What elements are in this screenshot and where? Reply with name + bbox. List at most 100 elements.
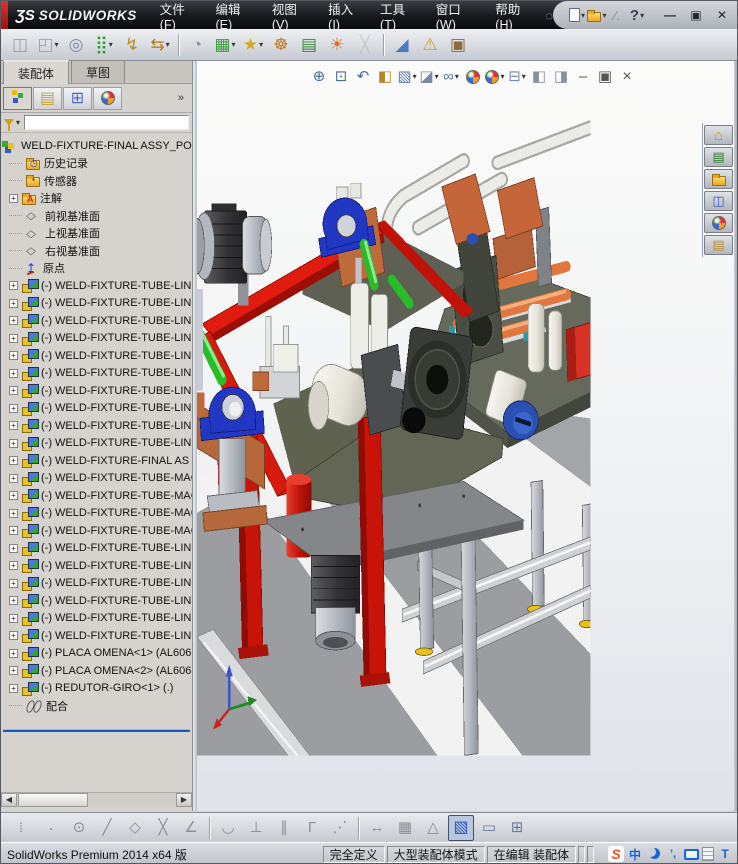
view-settings-icon-dropdown[interactable]: ▾ xyxy=(522,72,526,81)
viewport-grid-icon[interactable]: ⊞ xyxy=(504,815,530,841)
apply-scene-icon[interactable]: ▾ xyxy=(485,66,505,87)
graphics-viewport[interactable]: ⊕⊡↶◧▧▾◪▾∞▾▾⊟▾◧◨–▣× ⌂▤◫▤ xyxy=(197,61,734,811)
view-orientation-icon-dropdown[interactable]: ▾ xyxy=(413,72,417,81)
hide-show-items-icon[interactable]: ∞▾ xyxy=(441,66,461,87)
expander-icon[interactable]: + xyxy=(9,544,18,553)
home-tab[interactable]: ⌂ xyxy=(704,125,733,145)
sogou-input-icon[interactable]: S xyxy=(608,846,624,862)
view-orientation-icon[interactable]: ▧▾ xyxy=(397,66,417,87)
view-settings-icon[interactable]: ⊟▾ xyxy=(507,66,527,87)
restore-window-icon[interactable]: ▣ xyxy=(595,66,615,87)
expander-icon[interactable]: + xyxy=(9,596,18,605)
tree-item-27[interactable]: +(-) WELD-FIXTURE-TUBE-LIN xyxy=(1,627,192,645)
assembly-features-icon[interactable]: ▦▾ xyxy=(212,32,238,58)
doc-tab-0[interactable]: 装配体 xyxy=(3,60,69,84)
minimize-button[interactable]: — xyxy=(659,6,681,24)
point-snap-icon[interactable]: · xyxy=(38,815,64,841)
show-hidden-components-icon[interactable]: ◔ xyxy=(184,32,210,58)
reference-geometry-icon[interactable]: ★▾ xyxy=(240,32,266,58)
tree-item-11[interactable]: +(-) WELD-FIXTURE-TUBE-LIN xyxy=(1,347,192,365)
new-document-icon[interactable]: ▾ xyxy=(567,5,587,25)
expander-icon[interactable]: + xyxy=(9,649,18,658)
tree-item-16[interactable]: +(-) WELD-FIXTURE-TUBE-LIN xyxy=(1,435,192,453)
ime-fullwidth-icon[interactable] xyxy=(646,846,662,862)
edit-appearance-icon[interactable] xyxy=(463,66,483,87)
close-button[interactable]: ✕ xyxy=(711,6,733,24)
scroll-right-arrow[interactable]: ▶ xyxy=(176,793,192,807)
polygon-snap-icon[interactable]: ◇ xyxy=(122,815,148,841)
bill-of-materials-icon[interactable]: ▤ xyxy=(296,32,322,58)
angle-triangle-icon[interactable]: △ xyxy=(420,815,446,841)
new-document-icon-dropdown[interactable]: ▾ xyxy=(581,11,585,20)
tree-item-18[interactable]: +(-) WELD-FIXTURE-TUBE-MAC xyxy=(1,470,192,488)
ime-punctuation-icon[interactable]: ’, xyxy=(665,846,681,862)
search-lasso-icon[interactable]: ◌ xyxy=(545,8,553,23)
display-style-icon[interactable]: ◪▾ xyxy=(419,66,439,87)
featuremanager-tab-button[interactable] xyxy=(3,87,32,110)
expander-icon[interactable]: + xyxy=(9,526,18,535)
tangent-snap-icon[interactable]: ◡ xyxy=(215,815,241,841)
help-icon[interactable]: ?▾ xyxy=(627,5,647,25)
appearance-icon[interactable]: ▣ xyxy=(445,32,471,58)
expander-icon[interactable]: + xyxy=(9,684,18,693)
previous-view-icon[interactable]: ↶ xyxy=(353,66,373,87)
configurationmanager-tab-button[interactable]: ⊞ xyxy=(63,87,92,110)
tree-item-29[interactable]: +(-) PLACA OMENA<2> (AL606 xyxy=(1,662,192,680)
tree-item-8[interactable]: +(-) WELD-FIXTURE-TUBE-LIN xyxy=(1,295,192,313)
expander-icon[interactable]: + xyxy=(9,404,18,413)
expander-icon[interactable]: + xyxy=(9,281,18,290)
tree-item-9[interactable]: +(-) WELD-FIXTURE-TUBE-LIN xyxy=(1,312,192,330)
tree-item-10[interactable]: +(-) WELD-FIXTURE-TUBE-LIN xyxy=(1,330,192,348)
tree-item-13[interactable]: +(-) WELD-FIXTURE-TUBE-LIN xyxy=(1,382,192,400)
move-component-icon[interactable]: ⇆▾ xyxy=(147,32,173,58)
section-view-icon[interactable]: ◧ xyxy=(375,66,395,87)
reference-geometry-icon-dropdown[interactable]: ▾ xyxy=(259,40,263,49)
ime-clipboard-icon[interactable] xyxy=(702,847,714,861)
new-motion-study-icon[interactable]: ☸ xyxy=(268,32,294,58)
tree-item-25[interactable]: +(-) WELD-FIXTURE-TUBE-LIN xyxy=(1,592,192,610)
parallel-snap-icon[interactable]: ∥ xyxy=(271,815,297,841)
tree-item-0[interactable]: 历史记录 xyxy=(1,155,192,173)
zoom-to-area-icon[interactable]: ⊡ xyxy=(331,66,351,87)
ime-softkeyboard-icon[interactable] xyxy=(684,849,699,860)
nearest-snap-icon[interactable]: ⋰ xyxy=(327,815,353,841)
ime-chinese-mode-icon[interactable]: 中 xyxy=(627,846,643,862)
expander-icon[interactable]: + xyxy=(9,194,18,203)
tree-item-15[interactable]: +(-) WELD-FIXTURE-TUBE-LIN xyxy=(1,417,192,435)
mate-icon[interactable]: ◎ xyxy=(63,32,89,58)
filter-funnel-icon[interactable] xyxy=(4,119,14,126)
expander-icon[interactable]: + xyxy=(9,666,18,675)
view-palette-tab[interactable]: ◫ xyxy=(704,191,733,211)
tree-item-14[interactable]: +(-) WELD-FIXTURE-TUBE-LIN xyxy=(1,400,192,418)
angle-snap-icon[interactable]: ∠ xyxy=(178,815,204,841)
tree-item-7[interactable]: +(-) WELD-FIXTURE-TUBE-LIN xyxy=(1,277,192,295)
expander-icon[interactable]: + xyxy=(9,509,18,518)
expander-icon[interactable]: + xyxy=(9,614,18,623)
instant3d-icon[interactable]: ◢ xyxy=(389,32,415,58)
tree-item-12[interactable]: +(-) WELD-FIXTURE-TUBE-LIN xyxy=(1,365,192,383)
linear-component-pattern-icon-dropdown[interactable]: ▾ xyxy=(109,40,113,49)
expander-icon[interactable]: + xyxy=(9,334,18,343)
tree-root-item[interactable]: WELD-FIXTURE-FINAL ASSY_POS xyxy=(1,137,192,155)
line-snap-icon[interactable]: ╱ xyxy=(94,815,120,841)
viewport-single-icon[interactable]: ▭ xyxy=(476,815,502,841)
large-assembly-mode-icon[interactable]: ⚠ xyxy=(417,32,443,58)
open-icon-dropdown[interactable]: ▾ xyxy=(602,11,606,20)
corner-snap-icon[interactable]: Γ xyxy=(299,815,325,841)
tree-item-23[interactable]: +(-) WELD-FIXTURE-TUBE-LIN xyxy=(1,557,192,575)
tree-item-4[interactable]: 上视基准面 xyxy=(1,225,192,243)
tree-horizontal-scrollbar[interactable]: ◀ ▶ xyxy=(1,792,192,807)
tree-item-20[interactable]: +(-) WELD-FIXTURE-TUBE-MAC xyxy=(1,505,192,523)
expander-icon[interactable]: + xyxy=(9,386,18,395)
print-icon[interactable]: ⁄. xyxy=(607,5,627,25)
split-right-icon[interactable]: ◨ xyxy=(551,66,571,87)
expander-icon[interactable]: + xyxy=(9,369,18,378)
expander-icon[interactable]: + xyxy=(9,299,18,308)
zoom-to-fit-icon[interactable]: ⊕ xyxy=(309,66,329,87)
exploded-view-icon[interactable]: ☀ xyxy=(324,32,350,58)
propertymanager-tab-button[interactable]: ▤ xyxy=(33,87,62,110)
doc-tab-1[interactable]: 草图 xyxy=(71,60,125,83)
smart-fasteners-icon[interactable]: ↯ xyxy=(119,32,145,58)
tree-item-22[interactable]: +(-) WELD-FIXTURE-TUBE-LIN xyxy=(1,540,192,558)
file-explorer-tab[interactable] xyxy=(704,169,733,189)
